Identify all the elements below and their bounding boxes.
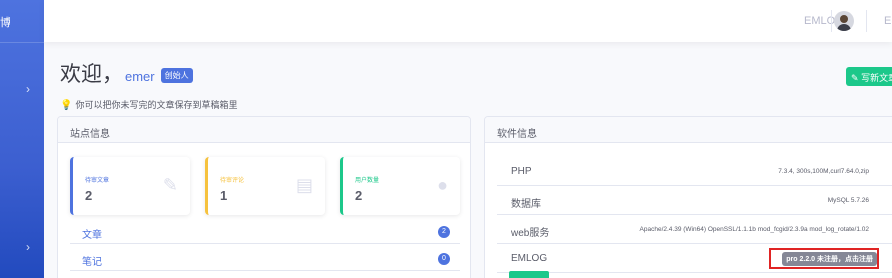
chevron-right-icon[interactable]: › [26, 240, 30, 254]
avatar-body [837, 24, 851, 31]
greeting: 欢迎， [60, 63, 123, 86]
software-key: web服务 [511, 228, 550, 239]
software-row-database: 数据库 MySQL 5.7.26 [497, 186, 892, 215]
user-icon: ● [437, 175, 448, 195]
stat-value: 2 [355, 188, 363, 203]
tip-text: 💡 你可以把你未写完的文章保存到草稿箱里 [60, 98, 237, 111]
chevron-right-icon[interactable]: › [26, 82, 30, 96]
lightbulb-icon: 💡 [60, 100, 73, 111]
software-value: 7.3.4, 300s,100M,curl7.64.0,zip [778, 168, 869, 175]
count-badge: 2 [438, 226, 450, 238]
pencil-icon: ✎ [162, 175, 178, 195]
software-info-header: 软件信息 [485, 117, 892, 143]
list-item-label: 文章 [82, 230, 102, 241]
site-info-card: 站点信息 待审文章 2 ✎ 待审评论 1 ▤ 用户数量 2 ● 文章 2 笔记 … [57, 116, 471, 278]
topbar: EMLOG El [44, 0, 892, 42]
tip-label: 你可以把你未写完的文章保存到草稿箱里 [75, 100, 238, 110]
topbar-divider [866, 10, 867, 32]
pencil-icon: ✎ [851, 73, 859, 83]
stat-label: 待审文章 [85, 178, 110, 184]
sidebar-brand[interactable]: 博 [0, 14, 10, 30]
green-button[interactable] [509, 271, 549, 278]
write-article-button[interactable]: ✎ 写新文章 [846, 67, 892, 86]
user-name[interactable]: emer [125, 69, 155, 84]
stat-label: 待审评论 [220, 178, 245, 184]
stat-value: 1 [220, 188, 228, 203]
software-row-php: PHP 7.3.4, 300s,100M,curl7.64.0,zip [497, 157, 892, 186]
highlight-box [769, 248, 879, 269]
site-info-header: 站点信息 [58, 117, 470, 143]
topbar-more[interactable]: El [884, 15, 892, 27]
count-badge: 0 [438, 253, 450, 265]
stat-pending-comments[interactable]: 待审评论 1 ▤ [205, 157, 325, 215]
stat-user-count[interactable]: 用户数量 2 ● [340, 157, 460, 215]
software-key: PHP [511, 166, 532, 177]
list-item-notes[interactable]: 笔记 0 [70, 247, 460, 271]
software-key: EMLOG [511, 253, 548, 264]
page-title: 欢迎， emer 创始人 [60, 58, 193, 88]
role-badge: 创始人 [160, 68, 193, 83]
stat-label: 用户数量 [355, 178, 380, 184]
stat-value: 2 [85, 188, 93, 203]
sidebar-divider [0, 42, 44, 43]
software-row-web-server: web服务 Apache/2.4.39 (Win64) OpenSSL/1.1.… [497, 215, 892, 244]
avatar[interactable] [834, 11, 854, 31]
software-key: 数据库 [511, 199, 541, 210]
write-article-label: 写新文章 [861, 73, 892, 83]
topbar-divider [831, 10, 832, 32]
avatar-head [840, 15, 848, 23]
list-item-label: 笔记 [82, 257, 102, 268]
stat-pending-articles[interactable]: 待审文章 2 ✎ [70, 157, 190, 215]
sidebar: 博 › › [0, 0, 44, 278]
software-value: Apache/2.4.39 (Win64) OpenSSL/1.1.1b mod… [639, 226, 869, 233]
comment-icon: ▤ [295, 175, 313, 195]
list-item-articles[interactable]: 文章 2 [70, 220, 460, 244]
software-value: MySQL 5.7.26 [827, 197, 869, 204]
